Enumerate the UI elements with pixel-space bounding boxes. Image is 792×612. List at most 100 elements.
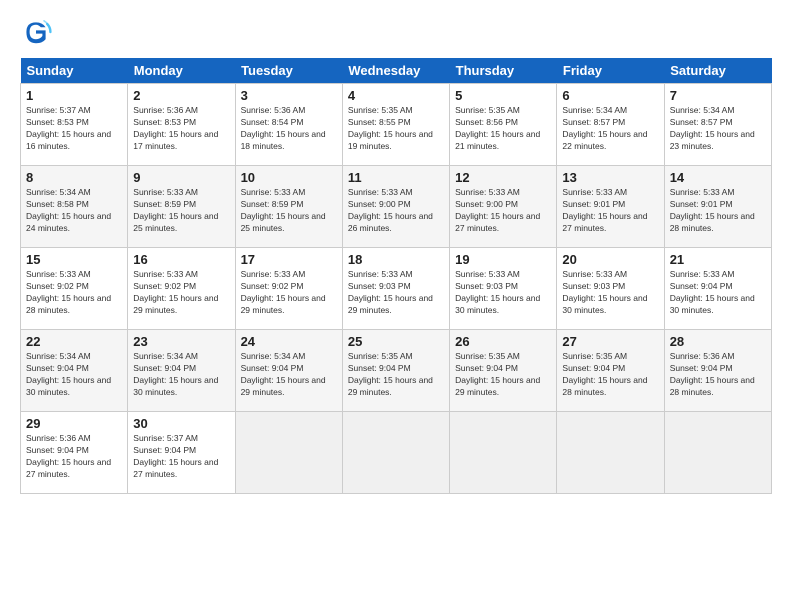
day-cell: 24 Sunrise: 5:34 AM Sunset: 9:04 PM Dayl…	[235, 330, 342, 412]
calendar-table: Sunday Monday Tuesday Wednesday Thursday…	[20, 58, 772, 494]
day-cell: 17 Sunrise: 5:33 AM Sunset: 9:02 PM Dayl…	[235, 248, 342, 330]
day-info: Sunrise: 5:34 AM Sunset: 8:58 PM Dayligh…	[26, 187, 122, 235]
day-info: Sunrise: 5:34 AM Sunset: 9:04 PM Dayligh…	[26, 351, 122, 399]
day-number: 5	[455, 88, 551, 103]
day-cell	[557, 412, 664, 494]
logo-icon	[20, 16, 52, 48]
day-info: Sunrise: 5:33 AM Sunset: 9:02 PM Dayligh…	[133, 269, 229, 317]
day-cell: 27 Sunrise: 5:35 AM Sunset: 9:04 PM Dayl…	[557, 330, 664, 412]
day-info: Sunrise: 5:34 AM Sunset: 9:04 PM Dayligh…	[133, 351, 229, 399]
day-number: 27	[562, 334, 658, 349]
day-number: 4	[348, 88, 444, 103]
day-cell: 22 Sunrise: 5:34 AM Sunset: 9:04 PM Dayl…	[21, 330, 128, 412]
page: Sunday Monday Tuesday Wednesday Thursday…	[0, 0, 792, 612]
day-info: Sunrise: 5:33 AM Sunset: 9:01 PM Dayligh…	[562, 187, 658, 235]
day-cell	[342, 412, 449, 494]
day-number: 3	[241, 88, 337, 103]
week-row-5: 29 Sunrise: 5:36 AM Sunset: 9:04 PM Dayl…	[21, 412, 772, 494]
day-cell: 21 Sunrise: 5:33 AM Sunset: 9:04 PM Dayl…	[664, 248, 771, 330]
day-info: Sunrise: 5:35 AM Sunset: 9:04 PM Dayligh…	[562, 351, 658, 399]
day-cell: 23 Sunrise: 5:34 AM Sunset: 9:04 PM Dayl…	[128, 330, 235, 412]
day-info: Sunrise: 5:36 AM Sunset: 8:53 PM Dayligh…	[133, 105, 229, 153]
day-cell: 9 Sunrise: 5:33 AM Sunset: 8:59 PM Dayli…	[128, 166, 235, 248]
day-cell: 8 Sunrise: 5:34 AM Sunset: 8:58 PM Dayli…	[21, 166, 128, 248]
logo	[20, 16, 56, 48]
header	[20, 16, 772, 48]
day-info: Sunrise: 5:33 AM Sunset: 9:00 PM Dayligh…	[455, 187, 551, 235]
day-cell: 25 Sunrise: 5:35 AM Sunset: 9:04 PM Dayl…	[342, 330, 449, 412]
day-info: Sunrise: 5:34 AM Sunset: 9:04 PM Dayligh…	[241, 351, 337, 399]
day-info: Sunrise: 5:36 AM Sunset: 9:04 PM Dayligh…	[670, 351, 766, 399]
day-number: 2	[133, 88, 229, 103]
day-number: 13	[562, 170, 658, 185]
day-info: Sunrise: 5:34 AM Sunset: 8:57 PM Dayligh…	[562, 105, 658, 153]
day-number: 6	[562, 88, 658, 103]
day-number: 7	[670, 88, 766, 103]
col-saturday: Saturday	[664, 58, 771, 84]
day-info: Sunrise: 5:33 AM Sunset: 9:03 PM Dayligh…	[562, 269, 658, 317]
col-friday: Friday	[557, 58, 664, 84]
day-number: 28	[670, 334, 766, 349]
day-cell: 2 Sunrise: 5:36 AM Sunset: 8:53 PM Dayli…	[128, 84, 235, 166]
day-number: 17	[241, 252, 337, 267]
day-info: Sunrise: 5:37 AM Sunset: 8:53 PM Dayligh…	[26, 105, 122, 153]
day-number: 12	[455, 170, 551, 185]
col-tuesday: Tuesday	[235, 58, 342, 84]
day-info: Sunrise: 5:34 AM Sunset: 8:57 PM Dayligh…	[670, 105, 766, 153]
col-wednesday: Wednesday	[342, 58, 449, 84]
day-info: Sunrise: 5:33 AM Sunset: 9:02 PM Dayligh…	[26, 269, 122, 317]
day-cell: 10 Sunrise: 5:33 AM Sunset: 8:59 PM Dayl…	[235, 166, 342, 248]
day-cell: 28 Sunrise: 5:36 AM Sunset: 9:04 PM Dayl…	[664, 330, 771, 412]
day-info: Sunrise: 5:33 AM Sunset: 9:00 PM Dayligh…	[348, 187, 444, 235]
day-cell: 6 Sunrise: 5:34 AM Sunset: 8:57 PM Dayli…	[557, 84, 664, 166]
day-info: Sunrise: 5:35 AM Sunset: 9:04 PM Dayligh…	[455, 351, 551, 399]
day-number: 29	[26, 416, 122, 431]
day-number: 18	[348, 252, 444, 267]
week-row-3: 15 Sunrise: 5:33 AM Sunset: 9:02 PM Dayl…	[21, 248, 772, 330]
day-number: 22	[26, 334, 122, 349]
day-number: 11	[348, 170, 444, 185]
day-cell: 18 Sunrise: 5:33 AM Sunset: 9:03 PM Dayl…	[342, 248, 449, 330]
day-number: 24	[241, 334, 337, 349]
day-cell: 5 Sunrise: 5:35 AM Sunset: 8:56 PM Dayli…	[450, 84, 557, 166]
day-info: Sunrise: 5:35 AM Sunset: 9:04 PM Dayligh…	[348, 351, 444, 399]
day-number: 20	[562, 252, 658, 267]
day-number: 21	[670, 252, 766, 267]
day-cell: 30 Sunrise: 5:37 AM Sunset: 9:04 PM Dayl…	[128, 412, 235, 494]
day-info: Sunrise: 5:33 AM Sunset: 8:59 PM Dayligh…	[133, 187, 229, 235]
day-number: 14	[670, 170, 766, 185]
day-cell: 7 Sunrise: 5:34 AM Sunset: 8:57 PM Dayli…	[664, 84, 771, 166]
day-info: Sunrise: 5:33 AM Sunset: 9:03 PM Dayligh…	[455, 269, 551, 317]
day-cell: 15 Sunrise: 5:33 AM Sunset: 9:02 PM Dayl…	[21, 248, 128, 330]
day-info: Sunrise: 5:36 AM Sunset: 9:04 PM Dayligh…	[26, 433, 122, 481]
week-row-2: 8 Sunrise: 5:34 AM Sunset: 8:58 PM Dayli…	[21, 166, 772, 248]
day-cell: 26 Sunrise: 5:35 AM Sunset: 9:04 PM Dayl…	[450, 330, 557, 412]
day-info: Sunrise: 5:33 AM Sunset: 9:02 PM Dayligh…	[241, 269, 337, 317]
col-sunday: Sunday	[21, 58, 128, 84]
day-number: 9	[133, 170, 229, 185]
day-cell: 29 Sunrise: 5:36 AM Sunset: 9:04 PM Dayl…	[21, 412, 128, 494]
day-info: Sunrise: 5:37 AM Sunset: 9:04 PM Dayligh…	[133, 433, 229, 481]
header-row: Sunday Monday Tuesday Wednesday Thursday…	[21, 58, 772, 84]
day-info: Sunrise: 5:33 AM Sunset: 9:04 PM Dayligh…	[670, 269, 766, 317]
day-number: 30	[133, 416, 229, 431]
day-cell: 3 Sunrise: 5:36 AM Sunset: 8:54 PM Dayli…	[235, 84, 342, 166]
day-number: 16	[133, 252, 229, 267]
day-cell: 11 Sunrise: 5:33 AM Sunset: 9:00 PM Dayl…	[342, 166, 449, 248]
day-number: 25	[348, 334, 444, 349]
day-cell	[235, 412, 342, 494]
day-number: 15	[26, 252, 122, 267]
day-info: Sunrise: 5:35 AM Sunset: 8:56 PM Dayligh…	[455, 105, 551, 153]
day-cell: 12 Sunrise: 5:33 AM Sunset: 9:00 PM Dayl…	[450, 166, 557, 248]
day-cell: 14 Sunrise: 5:33 AM Sunset: 9:01 PM Dayl…	[664, 166, 771, 248]
day-info: Sunrise: 5:33 AM Sunset: 8:59 PM Dayligh…	[241, 187, 337, 235]
day-cell	[450, 412, 557, 494]
day-number: 23	[133, 334, 229, 349]
col-monday: Monday	[128, 58, 235, 84]
day-cell: 1 Sunrise: 5:37 AM Sunset: 8:53 PM Dayli…	[21, 84, 128, 166]
day-cell: 20 Sunrise: 5:33 AM Sunset: 9:03 PM Dayl…	[557, 248, 664, 330]
day-cell: 19 Sunrise: 5:33 AM Sunset: 9:03 PM Dayl…	[450, 248, 557, 330]
day-number: 1	[26, 88, 122, 103]
day-info: Sunrise: 5:35 AM Sunset: 8:55 PM Dayligh…	[348, 105, 444, 153]
day-cell: 4 Sunrise: 5:35 AM Sunset: 8:55 PM Dayli…	[342, 84, 449, 166]
